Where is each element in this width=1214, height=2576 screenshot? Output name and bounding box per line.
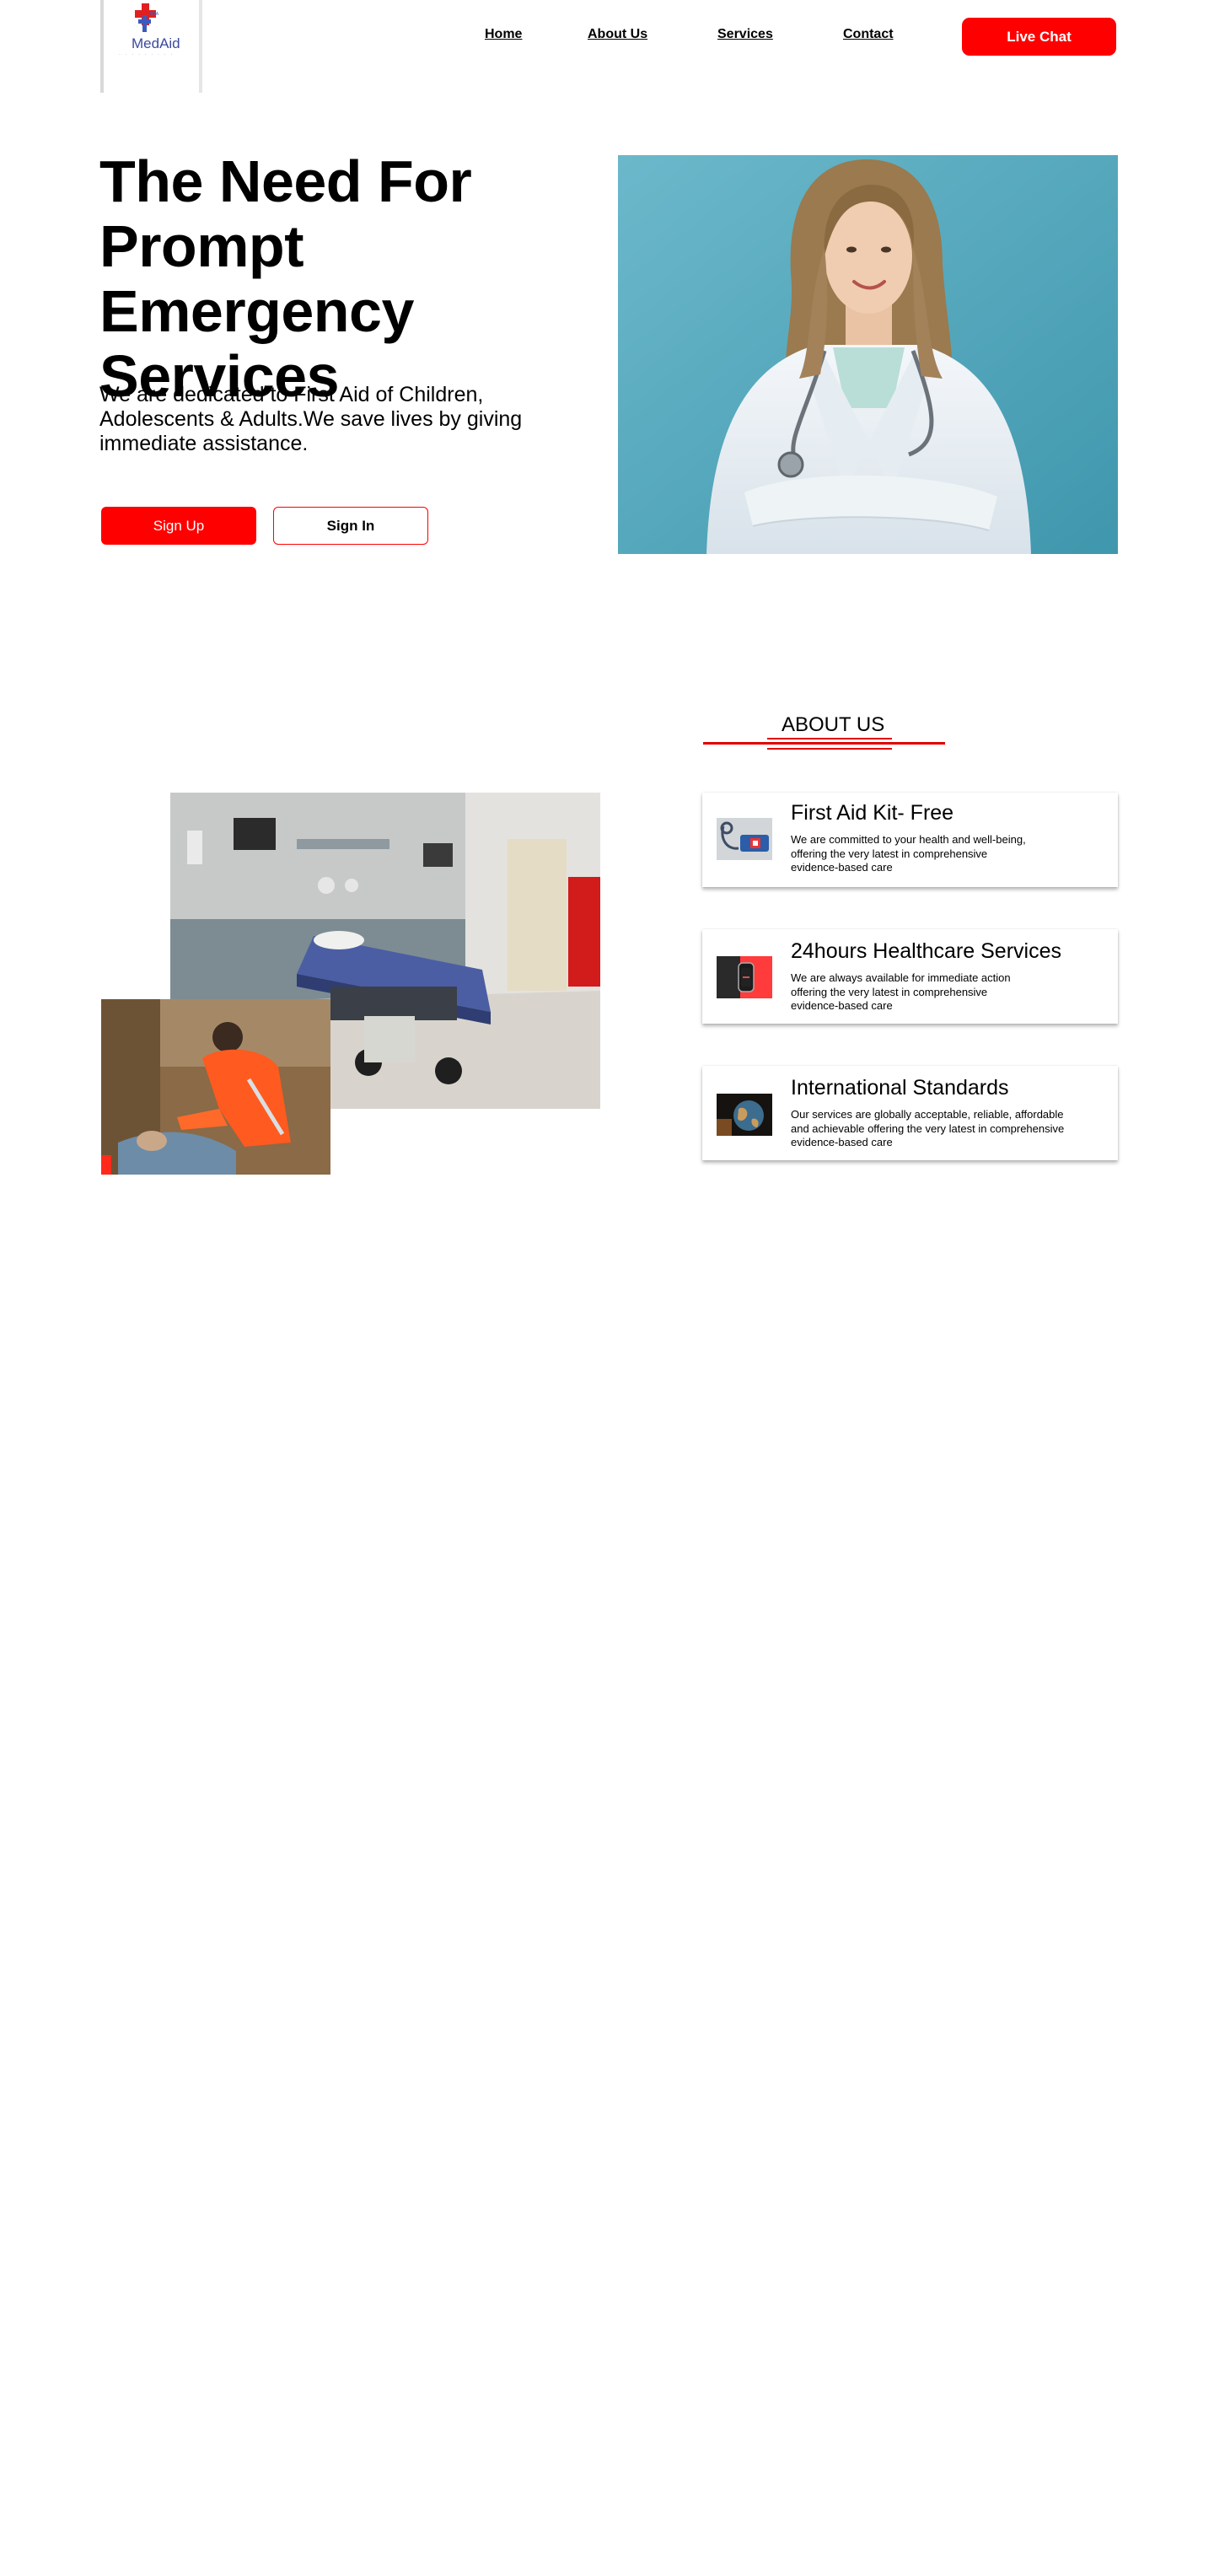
about-us-heading: ABOUT US bbox=[782, 713, 885, 736]
medical-cross-logo-icon: MFA bbox=[135, 3, 159, 32]
service-card[interactable]: International Standards Our services are… bbox=[702, 1066, 1118, 1160]
nav-contact[interactable]: Contact bbox=[843, 27, 894, 42]
ambulance-paramedic-photo bbox=[101, 999, 330, 1175]
nav-services[interactable]: Services bbox=[717, 27, 773, 42]
live-chat-button[interactable]: Live Chat bbox=[962, 18, 1116, 56]
card-title: First Aid Kit- Free bbox=[791, 801, 954, 825]
card-title: International Standards bbox=[791, 1076, 1009, 1100]
card-text: We are always available for immediate ac… bbox=[791, 971, 1011, 1012]
hero-title: The Need For Prompt Emergency Services bbox=[99, 148, 472, 409]
nav-about-us[interactable]: About Us bbox=[588, 27, 647, 42]
hero-description: We are dedicated to First Aid of Childre… bbox=[99, 383, 523, 455]
heading-underline bbox=[767, 738, 892, 739]
card-text: We are committed to your health and well… bbox=[791, 833, 1026, 874]
nav-home[interactable]: Home bbox=[485, 27, 522, 42]
logo[interactable]: MFA MedAid · · · · · · · · · bbox=[100, 0, 202, 93]
logo-decoration: · · · · · · · · · bbox=[119, 52, 175, 57]
watch-icon bbox=[717, 956, 772, 998]
sign-in-button[interactable]: Sign In bbox=[273, 507, 428, 545]
doctor-photo bbox=[618, 155, 1118, 554]
svg-text:MFA: MFA bbox=[150, 12, 159, 17]
heading-underline bbox=[767, 748, 892, 750]
sign-up-button[interactable]: Sign Up bbox=[101, 507, 256, 545]
globe-icon bbox=[717, 1094, 772, 1136]
service-card[interactable]: 24hours Healthcare Services We are alway… bbox=[702, 929, 1118, 1024]
heading-underline bbox=[703, 742, 945, 745]
logo-name: MedAid bbox=[132, 35, 180, 51]
card-title: 24hours Healthcare Services bbox=[791, 939, 1061, 963]
card-text: Our services are globally acceptable, re… bbox=[791, 1108, 1065, 1148]
service-card[interactable]: First Aid Kit- Free We are committed to … bbox=[702, 793, 1118, 887]
stethoscope-icon bbox=[717, 818, 772, 860]
